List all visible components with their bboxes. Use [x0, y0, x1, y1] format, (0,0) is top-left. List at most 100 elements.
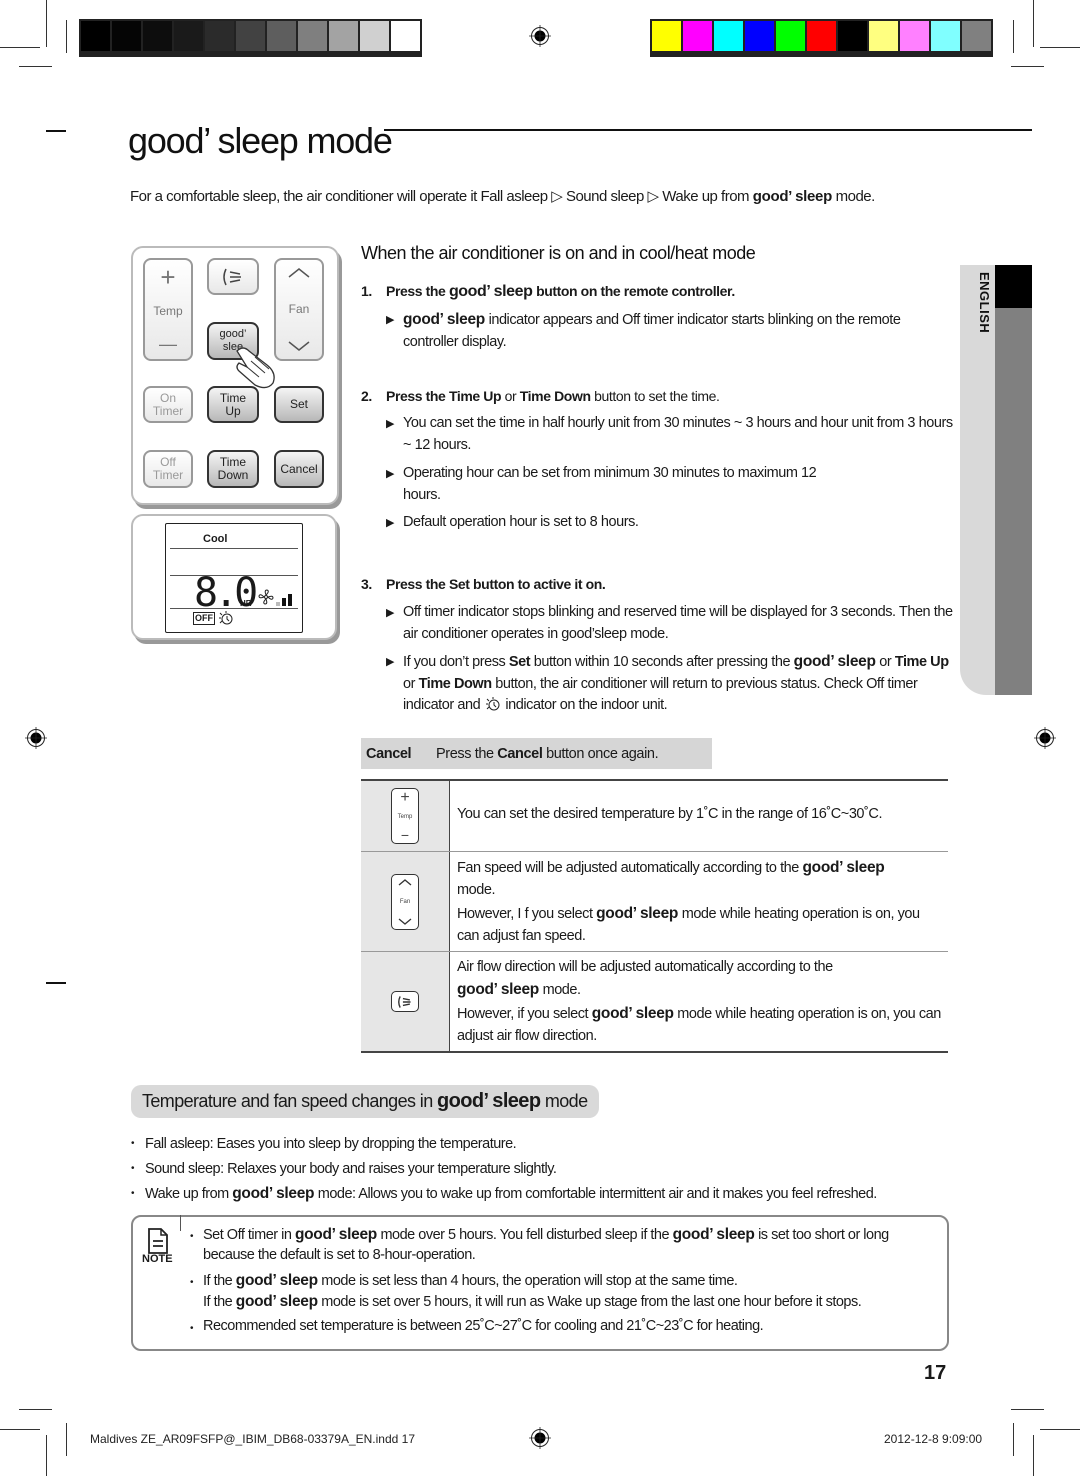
- language-label: ENGLISH: [977, 272, 992, 334]
- chevron-up-icon: [398, 878, 412, 885]
- step-2-bullet: ▶ Default operation hour is set to 8 hou…: [386, 512, 956, 534]
- crop-mark: [1033, 0, 1034, 47]
- fan-icon: [258, 589, 274, 605]
- section-heading: When the air conditioner is on and in co…: [361, 243, 756, 263]
- temp-button-icon: + Temp −: [391, 788, 419, 844]
- grayscale-calibration-bar: [79, 19, 422, 57]
- heading-text: mode: [544, 1091, 588, 1111]
- bullet-triangle-icon: ▶: [386, 656, 395, 668]
- cancel-button[interactable]: Cancel: [274, 450, 324, 488]
- off-timer-button[interactable]: Off Timer: [143, 450, 193, 488]
- note-divider: [180, 1215, 181, 1231]
- color-swatch: [143, 21, 172, 51]
- bullet-triangle-icon: ▶: [386, 468, 395, 480]
- list-text: Sound sleep: Relaxes your body and raise…: [145, 1161, 557, 1177]
- note-box: NOTE • Set Off timer in good’ sleep mode …: [131, 1215, 949, 1351]
- bullet-triangle-icon: ▶: [386, 314, 395, 326]
- step-2-bullet: ▶ You can set the time in half hourly un…: [386, 413, 956, 456]
- step-2-bullet: ▶ Operating hour can be set from minimum…: [386, 463, 856, 506]
- registration-mark-icon: [529, 25, 551, 47]
- intro-part: Sound sleep: [565, 188, 644, 205]
- temp-label: Temp: [397, 814, 413, 820]
- lcd-divider: [170, 548, 298, 549]
- note-text: mode is set less than 4 hours, the opera…: [321, 1273, 738, 1289]
- crop-mark: [1011, 66, 1044, 67]
- page-number: 17: [924, 1362, 947, 1384]
- time-up-ref: Time Up: [448, 388, 502, 404]
- note-item: If the good’ sleep mode is set over 5 ho…: [203, 1291, 862, 1313]
- table-text: Air flow direction will be adjusted auto…: [450, 952, 948, 1051]
- list-text: Fall asleep: Eases you into sleep by dro…: [145, 1136, 517, 1152]
- fan-level-bar: [288, 594, 292, 606]
- step-3-bullet: ▶ If you don’t press Set button within 1…: [386, 651, 956, 717]
- bullet-dot-icon: •: [190, 1323, 194, 1334]
- airflow-button[interactable]: [207, 258, 259, 295]
- remote-display-illustration: Cool 8.0 HR OFF: [131, 514, 337, 640]
- minus-icon: −: [400, 827, 410, 843]
- color-swatch: [962, 21, 991, 51]
- arrow-right-icon: ▷: [647, 188, 660, 205]
- set-button[interactable]: Set: [274, 386, 324, 423]
- note-item: • Recommended set temperature is between …: [190, 1316, 764, 1337]
- note-text: If the: [203, 1294, 233, 1310]
- note-text: Set Off timer in: [203, 1227, 292, 1243]
- time-down-ref: Time Down: [418, 675, 492, 692]
- time-down-label: Time Down: [217, 455, 249, 482]
- cancel-label: Cancel: [280, 461, 318, 476]
- step-1-bullet: ▶ good’ sleep indicator appears and Off …: [386, 309, 956, 353]
- intro-part: Wake up from: [662, 188, 750, 205]
- cancel-text: Press the: [436, 745, 494, 762]
- list-text: mode: Allows you to wake up from comfort…: [317, 1186, 878, 1202]
- step-3-bullet: ▶ Off timer indicator stops blinking and…: [386, 602, 956, 645]
- table-icon-cell: + Temp −: [361, 781, 450, 851]
- step-text: button to set the time.: [594, 388, 720, 404]
- note-text: because the default is set to 8-hour-ope…: [203, 1247, 476, 1263]
- step-number: 2.: [361, 388, 372, 404]
- on-timer-label: On Timer: [152, 390, 184, 418]
- color-swatch: [652, 21, 681, 51]
- plus-icon: +: [400, 789, 410, 806]
- bullet-dot-icon: •: [190, 1231, 194, 1242]
- color-swatch: [776, 21, 805, 51]
- footer-timestamp: 2012-12-8 9:09:00: [884, 1432, 983, 1446]
- color-swatch: [236, 21, 265, 51]
- color-swatch: [112, 21, 141, 51]
- time-up-button[interactable]: Time Up: [207, 386, 259, 423]
- brand-good-sleep: good’ sleep: [591, 1005, 674, 1022]
- table-row: Air flow direction will be adjusted auto…: [361, 952, 948, 1051]
- plus-icon: +: [160, 262, 176, 292]
- crop-mark: [46, 0, 47, 47]
- note-item: • If the good’ sleep mode is set less tha…: [190, 1270, 738, 1292]
- note-text: mode over 5 hours. You fell disturbed sl…: [380, 1227, 670, 1243]
- good-sleep-indicator-icon: [485, 697, 500, 711]
- footer-filename: Maldives ZE_AR09FSFP@_IBIM_DB68-03379A_E…: [90, 1432, 416, 1446]
- lcd-screen: Cool 8.0 HR OFF: [165, 523, 303, 633]
- note-text: Recommended set temperature is between 2…: [203, 1318, 764, 1334]
- step-text: Press the: [386, 283, 446, 299]
- section-heading-2: Temperature and fan speed changes in goo…: [131, 1085, 599, 1118]
- page-title: good’ sleep mode: [128, 120, 393, 162]
- fan-level-bar: [282, 598, 286, 606]
- color-swatch: [838, 21, 867, 51]
- registration-mark-icon: [529, 1427, 551, 1449]
- bullet-dot-icon: •: [131, 1188, 135, 1199]
- time-down-button[interactable]: Time Down: [207, 450, 259, 488]
- title-suffix: mode: [306, 120, 392, 161]
- on-timer-button[interactable]: On Timer: [143, 386, 193, 423]
- bullet-text: Off timer indicator stops blinking and r…: [403, 604, 953, 642]
- crop-mark: [66, 20, 67, 53]
- temp-button[interactable]: + Temp —: [143, 258, 193, 361]
- color-swatch: [900, 21, 929, 51]
- list-item: • Sound sleep: Relaxes your body and rais…: [131, 1161, 557, 1177]
- brand-good-sleep: good’ sleep: [448, 283, 533, 300]
- language-tab-band: [995, 265, 1032, 695]
- table-text: Fan speed will be adjusted automatically…: [450, 852, 948, 951]
- color-swatch: [807, 21, 836, 51]
- step-text: button on the remote controller.: [536, 283, 735, 299]
- set-ref: Set: [508, 654, 531, 670]
- brand-good-sleep: good’ sleep: [793, 653, 876, 670]
- note-icon: [148, 1228, 168, 1254]
- brand-good-sleep: good’ sleep: [235, 1272, 318, 1289]
- set-label: Set: [289, 397, 308, 411]
- bullet-text: or: [879, 654, 892, 670]
